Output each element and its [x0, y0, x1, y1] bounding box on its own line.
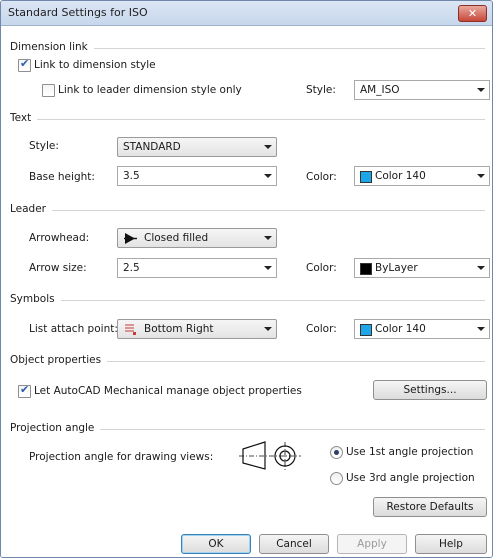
chevron-down-icon	[264, 266, 272, 270]
section-leader: Leader	[1, 203, 492, 217]
close-button[interactable]: ✕	[458, 5, 487, 22]
section-heading: Dimension link	[10, 41, 94, 53]
text-style-value: STANDARD	[123, 141, 181, 153]
base-height-combo[interactable]: 3.5	[117, 166, 277, 186]
restore-defaults-button[interactable]: Restore Defaults	[373, 497, 487, 517]
arrow-size-label: Arrow size:	[29, 262, 87, 274]
attach-point-label: List attach point:	[29, 323, 118, 335]
leader-color-value: ByLayer	[375, 262, 418, 274]
chevron-down-icon	[264, 145, 272, 149]
attach-point-dropdown[interactable]: Bottom Right	[117, 319, 277, 339]
link-leader-only-label: Link to leader dimension style only	[58, 84, 242, 96]
closed-filled-arrow-icon	[124, 233, 137, 244]
close-icon: ✕	[467, 7, 478, 20]
color-swatch-icon	[360, 324, 372, 336]
manage-object-properties-checkbox[interactable]	[18, 383, 31, 398]
chevron-down-icon	[264, 327, 272, 331]
section-symbols: Symbols	[1, 293, 492, 307]
cancel-button[interactable]: Cancel	[259, 534, 329, 554]
section-heading: Object properties	[10, 354, 108, 366]
leader-color-label: Color:	[306, 262, 337, 274]
section-divider	[10, 210, 485, 211]
title-bar[interactable]: Standard Settings for ISO ✕	[1, 1, 492, 26]
arrowhead-label: Arrowhead:	[29, 232, 90, 244]
attach-point-icon	[125, 324, 136, 335]
section-text: Text	[1, 112, 492, 126]
section-dimension-link: Dimension link	[1, 41, 492, 55]
first-angle-label: Use 1st angle projection	[346, 446, 474, 458]
symbols-color-combo[interactable]: Color 140	[354, 319, 490, 339]
text-style-dropdown[interactable]: STANDARD	[117, 137, 277, 157]
third-angle-radio[interactable]	[330, 472, 343, 485]
help-button[interactable]: Help	[415, 534, 487, 554]
section-divider	[10, 119, 485, 120]
dim-style-label: Style:	[306, 84, 336, 96]
first-angle-projection-icon	[239, 441, 301, 470]
text-color-label: Color:	[306, 171, 337, 183]
section-heading: Projection angle	[10, 422, 101, 434]
arrowhead-dropdown[interactable]: Closed filled	[117, 228, 277, 248]
color-swatch-icon	[360, 171, 372, 183]
settings-button[interactable]: Settings...	[373, 380, 487, 400]
chevron-down-icon	[477, 327, 485, 331]
chevron-down-icon	[264, 174, 272, 178]
dialog-title: Standard Settings for ISO	[8, 6, 148, 19]
arrow-size-combo[interactable]: 2.5	[117, 258, 277, 278]
link-dimension-style-checkbox[interactable]	[18, 57, 31, 72]
chevron-down-icon	[264, 236, 272, 240]
chevron-down-icon	[477, 88, 485, 92]
link-dimension-style-label: Link to dimension style	[34, 59, 156, 71]
base-height-value: 3.5	[123, 170, 140, 182]
symbols-color-label: Color:	[306, 323, 337, 335]
ok-button[interactable]: OK	[181, 534, 251, 554]
dimension-style-combo[interactable]: AM_ISO	[354, 80, 490, 100]
projection-angle-label: Projection angle for drawing views:	[29, 451, 214, 463]
arrow-size-value: 2.5	[123, 262, 140, 274]
text-color-value: Color 140	[375, 170, 426, 182]
color-swatch-icon	[360, 263, 372, 275]
section-projection-angle: Projection angle	[1, 422, 492, 436]
section-heading: Text	[10, 112, 38, 124]
third-angle-label: Use 3rd angle projection	[346, 472, 475, 484]
manage-object-properties-label: Let AutoCAD Mechanical manage object pro…	[34, 385, 302, 397]
dialog-body: Dimension link Link to dimension style L…	[1, 26, 492, 557]
text-style-label: Style:	[29, 140, 59, 152]
section-heading: Leader	[10, 203, 53, 215]
attach-point-value: Bottom Right	[144, 323, 214, 335]
section-divider	[10, 300, 485, 301]
arrowhead-value: Closed filled	[144, 232, 209, 244]
base-height-label: Base height:	[29, 171, 95, 183]
first-angle-radio[interactable]	[330, 446, 343, 459]
link-leader-only-checkbox[interactable]	[42, 84, 55, 97]
section-object-properties: Object properties	[1, 354, 492, 368]
section-heading: Symbols	[10, 293, 61, 305]
symbols-color-value: Color 140	[375, 323, 426, 335]
leader-color-combo[interactable]: ByLayer	[354, 258, 490, 278]
chevron-down-icon	[477, 266, 485, 270]
chevron-down-icon	[477, 174, 485, 178]
dimension-style-value: AM_ISO	[360, 84, 400, 96]
standard-settings-dialog: Standard Settings for ISO ✕ Dimension li…	[0, 0, 493, 558]
text-color-combo[interactable]: Color 140	[354, 166, 490, 186]
apply-button[interactable]: Apply	[337, 534, 407, 554]
